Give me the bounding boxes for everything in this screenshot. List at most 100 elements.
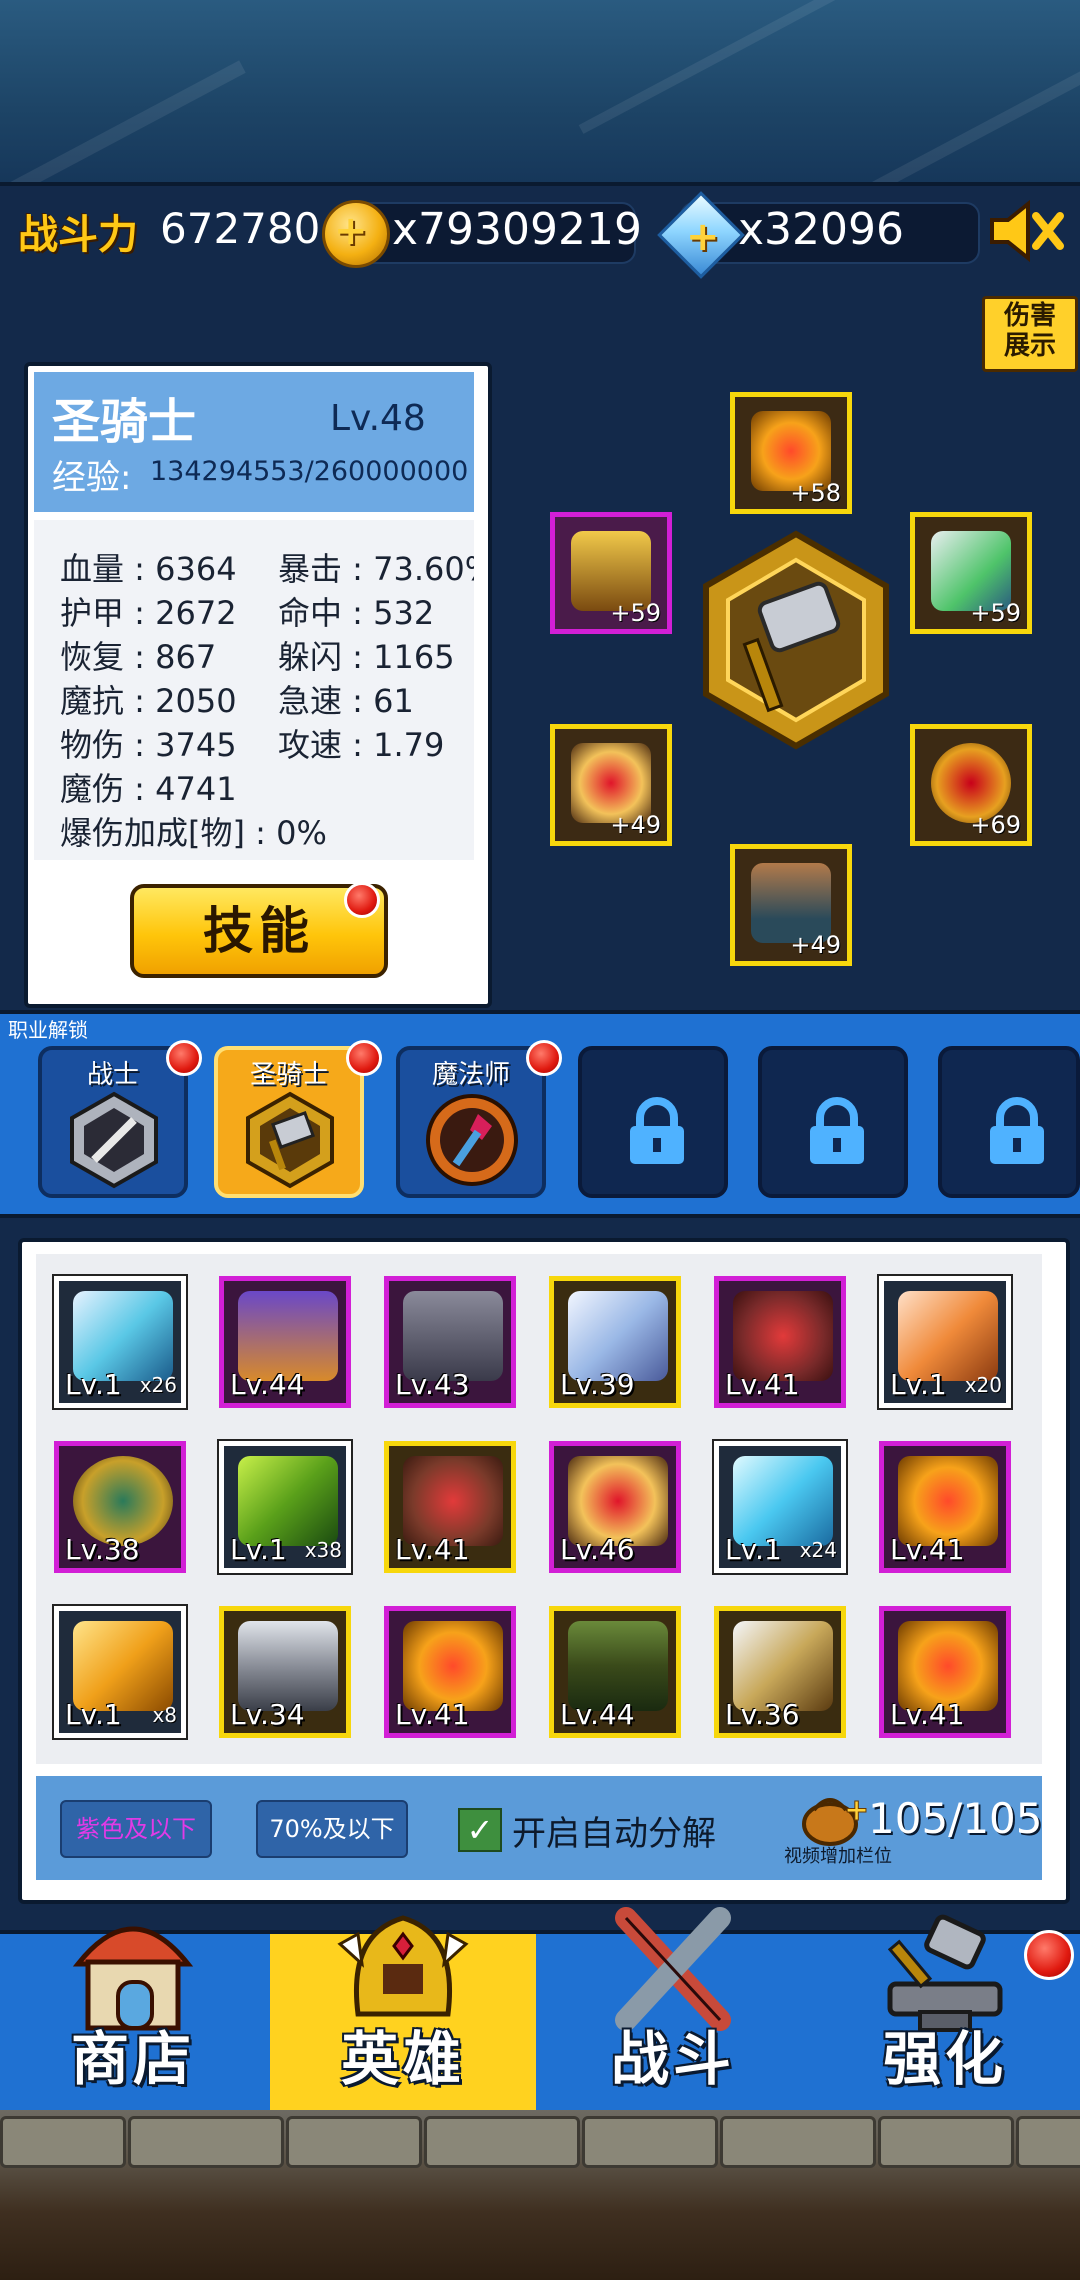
- hero-level: Lv.48: [330, 398, 426, 439]
- inventory-item[interactable]: Lv.1 x38: [217, 1439, 353, 1575]
- item-level: Lv.43: [395, 1368, 470, 1401]
- class-tab-label: 圣骑士: [249, 1060, 328, 1090]
- class-tab-locked[interactable]: [758, 1046, 908, 1198]
- nav-tab-hero[interactable]: 英雄: [270, 1915, 536, 2110]
- inventory-item[interactable]: Lv.44: [219, 1276, 351, 1408]
- item-level: Lv.41: [395, 1533, 470, 1566]
- stat-magic-dmg: 魔伤 : 4741: [60, 770, 237, 808]
- gem-add-icon[interactable]: +: [686, 214, 720, 260]
- item-level: Lv.39: [560, 1368, 635, 1401]
- class-tab-locked[interactable]: [578, 1046, 728, 1198]
- item-level: Lv.44: [230, 1368, 305, 1401]
- exp-value: 134294553/260000000: [150, 456, 469, 487]
- inventory-item[interactable]: Lv.1 x26: [52, 1274, 188, 1410]
- equip-slot-weapon[interactable]: +59: [910, 512, 1032, 634]
- damage-display-label-2: 展示: [1003, 331, 1056, 361]
- equip-plus: +69: [970, 811, 1021, 839]
- class-tab-mage[interactable]: 魔法师: [396, 1046, 546, 1198]
- hammer-emblem-icon: [246, 1091, 334, 1189]
- item-level: Lv.36: [725, 1698, 800, 1731]
- equip-slot-amulet[interactable]: +49: [550, 724, 672, 846]
- class-tab-locked[interactable]: [938, 1046, 1080, 1198]
- nav-label-enhance: 强化: [882, 2025, 1007, 2093]
- coin-add-icon[interactable]: +: [334, 208, 368, 254]
- inventory-item[interactable]: Lv.41: [879, 1441, 1011, 1573]
- svg-text:+: +: [844, 1793, 869, 1828]
- brick: [128, 2116, 284, 2168]
- class-tab-paladin[interactable]: 圣骑士: [214, 1046, 364, 1198]
- filter-purple-button[interactable]: 紫色及以下: [60, 1800, 212, 1858]
- inventory-item[interactable]: Lv.41: [714, 1276, 846, 1408]
- nav-label-battle: 战斗: [610, 2025, 735, 2093]
- equip-slot-head[interactable]: +58: [730, 392, 852, 514]
- class-unlock-label: 职业解锁: [8, 1018, 88, 1042]
- inventory-item[interactable]: Lv.1 x8: [52, 1604, 188, 1740]
- inventory-item[interactable]: Lv.34: [219, 1606, 351, 1738]
- top-banner: [0, 0, 1080, 186]
- stat-haste: 急速 : 61: [278, 682, 414, 720]
- stat-armor: 护甲 : 2672: [60, 594, 237, 632]
- inventory-item[interactable]: Lv.43: [384, 1276, 516, 1408]
- inventory-item[interactable]: Lv.1 x24: [712, 1439, 848, 1575]
- bag-hint: 视频增加栏位: [784, 1846, 892, 1867]
- skill-notification-dot: [344, 882, 380, 918]
- brick: [424, 2116, 580, 2168]
- equip-slot-boots[interactable]: +49: [730, 844, 852, 966]
- combat-power-label: 战斗力: [18, 212, 138, 258]
- bag-icon[interactable]: +: [800, 1790, 870, 1846]
- combat-power-value: 672780: [160, 204, 321, 253]
- inventory-item[interactable]: Lv.41: [384, 1441, 516, 1573]
- stat-regen: 恢复 : 867: [60, 638, 217, 676]
- inventory-item[interactable]: Lv.44: [549, 1606, 681, 1738]
- class-tab-warrior[interactable]: 战士: [38, 1046, 188, 1198]
- stat-dodge: 躲闪 : 1165: [278, 638, 455, 676]
- lock-icon: [810, 1097, 864, 1164]
- brick: [878, 2116, 1014, 2168]
- sound-mute-icon[interactable]: [986, 196, 1066, 266]
- equip-slot-ring[interactable]: +69: [910, 724, 1032, 846]
- class-notification-dot: [166, 1040, 202, 1076]
- stat-hp: 血量 : 6364: [60, 550, 237, 588]
- equip-slot-armor[interactable]: +59: [550, 512, 672, 634]
- brick: [286, 2116, 422, 2168]
- class-emblem: [686, 530, 906, 750]
- inventory-item[interactable]: Lv.41: [879, 1606, 1011, 1738]
- inventory-item[interactable]: Lv.46: [549, 1441, 681, 1573]
- equip-plus: +58: [790, 479, 841, 507]
- damage-display-button[interactable]: 伤害 展示: [982, 296, 1078, 372]
- inventory-item[interactable]: Lv.38: [54, 1441, 186, 1573]
- equip-plus: +59: [970, 599, 1021, 627]
- nav-tab-battle[interactable]: 战斗: [540, 1907, 806, 2110]
- stat-attack-speed: 攻速 : 1.79: [278, 726, 445, 764]
- nav-label-hero: 英雄: [340, 2025, 465, 2093]
- inventory-item[interactable]: Lv.1 x20: [877, 1274, 1013, 1410]
- equip-plus: +59: [610, 599, 661, 627]
- class-tab-label: 魔法师: [431, 1060, 510, 1090]
- item-level: Lv.34: [230, 1698, 305, 1731]
- nav-tab-shop[interactable]: 商店: [0, 1926, 266, 2110]
- exp-label: 经验:: [52, 458, 132, 498]
- item-level: Lv.1: [65, 1368, 122, 1401]
- lock-icon: [630, 1097, 684, 1164]
- item-count: x38: [304, 1538, 342, 1562]
- auto-decompose-checkbox[interactable]: ✓: [458, 1808, 502, 1852]
- item-level: Lv.38: [65, 1533, 140, 1566]
- class-tab-label: 战士: [86, 1060, 139, 1090]
- item-count: x24: [799, 1538, 837, 1562]
- item-level: Lv.41: [890, 1698, 965, 1731]
- coin-amount: x79309219: [392, 204, 642, 255]
- inventory-item[interactable]: Lv.39: [549, 1276, 681, 1408]
- enhance-notification-dot: [1024, 1930, 1074, 1980]
- inventory-item[interactable]: Lv.41: [384, 1606, 516, 1738]
- staff-emblem-icon: [426, 1094, 518, 1186]
- auto-decompose-label: 开启自动分解: [512, 1814, 716, 1854]
- filter-percent-button[interactable]: 70%及以下: [256, 1800, 408, 1858]
- sword-emblem-icon: [70, 1091, 158, 1189]
- item-level: Lv.46: [560, 1533, 635, 1566]
- inventory-item[interactable]: Lv.36: [714, 1606, 846, 1738]
- damage-display-label-1: 伤害: [1003, 301, 1056, 331]
- hero-stats-list[interactable]: 血量 : 6364 暴击 : 73.60% 护甲 : 2672 命中 : 532…: [34, 520, 474, 860]
- nav-label-shop: 商店: [70, 2025, 195, 2093]
- item-count: x26: [139, 1373, 177, 1397]
- brick: [720, 2116, 876, 2168]
